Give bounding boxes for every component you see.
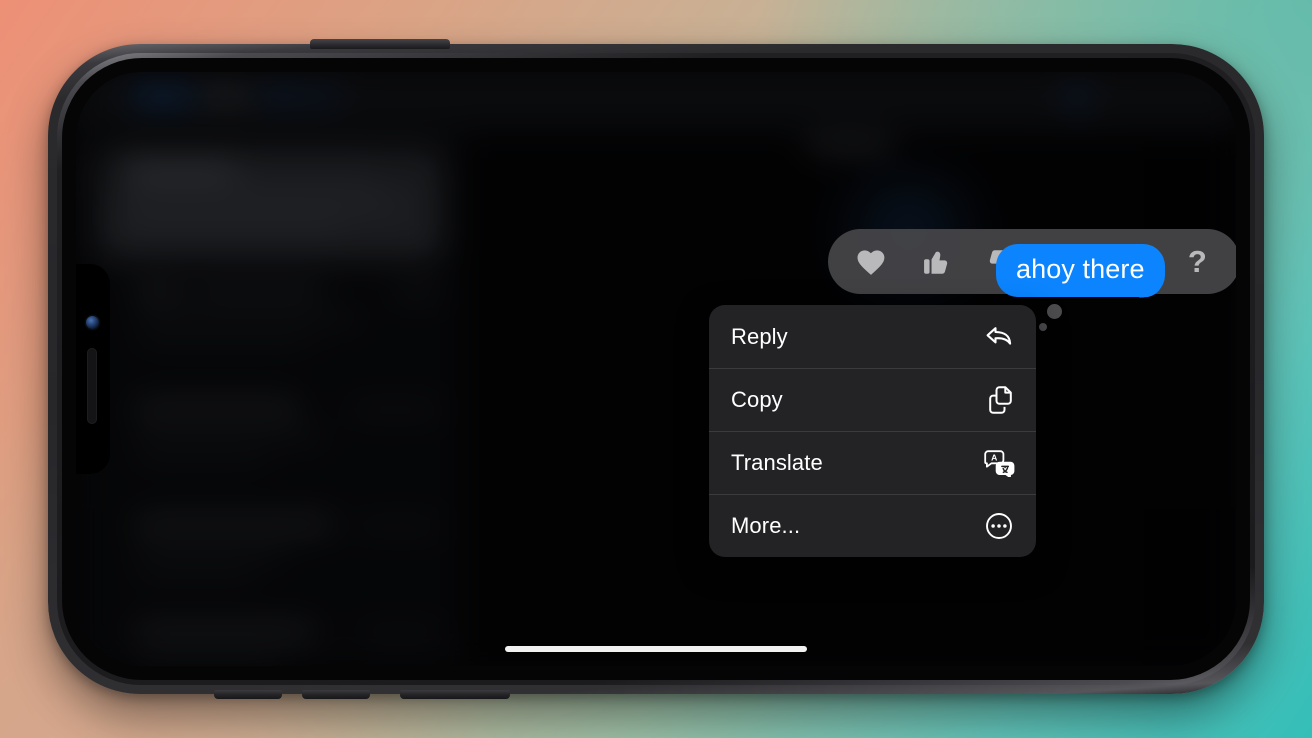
menu-item-label: More...: [731, 512, 801, 538]
volume-down-button[interactable]: [302, 690, 370, 699]
device-notch: [76, 264, 110, 474]
message-bubble[interactable]: ahoy there: [996, 244, 1165, 298]
menu-item-label: Reply: [731, 323, 788, 349]
question-label: ?: [1187, 244, 1207, 279]
menu-item-label: Translate: [731, 449, 823, 475]
menu-item-copy[interactable]: Copy: [709, 368, 1036, 431]
volume-up-button[interactable]: [214, 690, 282, 699]
menu-item-translate[interactable]: Translate A: [709, 431, 1036, 494]
message-bubble-wrapper: ahoy there: [996, 244, 1165, 298]
message-context-menu[interactable]: Reply Copy Translate A More...: [709, 305, 1036, 557]
phone-device: HA HA !! ? ahoy there: [48, 39, 1264, 699]
translate-bubbles-icon: A: [983, 447, 1015, 479]
copy-doc-icon: [983, 384, 1015, 416]
ringer-switch[interactable]: [400, 690, 510, 699]
ellipsis-circle-icon: [983, 510, 1015, 542]
tapback-tail-dot-small: [1039, 323, 1047, 331]
heart-icon[interactable]: [845, 236, 897, 288]
tapback-tail-dot-large: [1047, 304, 1062, 319]
earpiece-speaker-icon: [87, 348, 97, 424]
menu-item-reply[interactable]: Reply: [709, 305, 1036, 368]
menu-item-label: Copy: [731, 386, 783, 412]
phone-screen: HA HA !! ? ahoy there: [76, 72, 1236, 666]
thumbs-up-icon[interactable]: [910, 236, 962, 288]
home-indicator[interactable]: [505, 646, 807, 652]
svg-text:A: A: [991, 452, 997, 462]
reply-arrow-icon: [983, 321, 1015, 353]
power-button[interactable]: [310, 39, 450, 49]
context-menu-overlay: HA HA !! ? ahoy there: [76, 72, 1236, 666]
menu-item-more[interactable]: More...: [709, 494, 1036, 557]
question-icon[interactable]: ?: [1171, 236, 1223, 288]
front-camera-icon: [86, 316, 99, 329]
